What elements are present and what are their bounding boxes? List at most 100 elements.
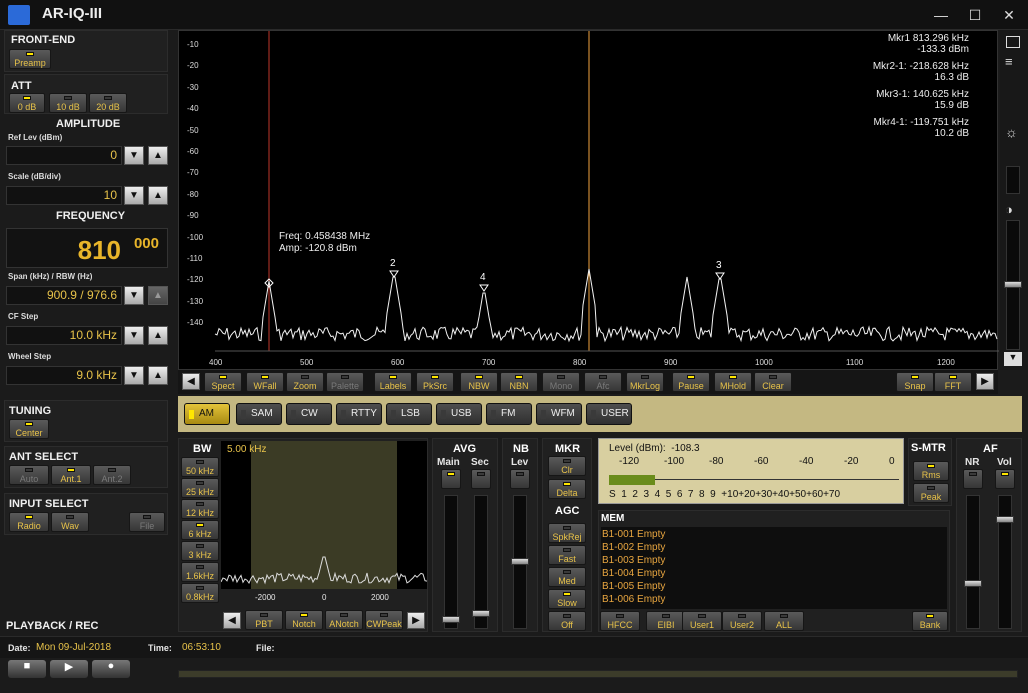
bw-notch-button[interactable]: Notch [285,610,323,630]
mem-user2-button[interactable]: User2 [722,611,762,631]
toolbar-zoom-button[interactable]: Zoom [286,372,324,392]
contrast-slider[interactable] [1004,220,1022,350]
mode-fm-button[interactable]: FM [486,403,532,425]
bw-button[interactable]: 3 kHz [181,541,219,561]
bw-right-arrow-icon[interactable]: ▶ [407,612,425,629]
agc-med-button[interactable]: Med [548,567,586,587]
scroll-down-arrow-icon[interactable]: ▼ [1004,352,1022,366]
window-icon[interactable] [1006,36,1020,48]
menu-icon[interactable]: ≡ [1005,54,1013,69]
bw-button[interactable]: 6 kHz [181,520,219,540]
mem-hfcc-button[interactable]: HFCC [600,611,640,631]
agc-slow-button[interactable]: Slow [548,589,586,609]
toolbar-wfall-button[interactable]: WFall [246,372,284,392]
bw-anotch-button[interactable]: ANotch [325,610,363,630]
af-nr-knob[interactable] [964,580,982,587]
center-button[interactable]: Center [9,419,49,439]
att-10db-button[interactable]: 10 dB [49,93,87,113]
mem-eibi-button[interactable]: EIBI [646,611,686,631]
contrast-knob[interactable] [1004,281,1022,288]
toolbar-palette-button[interactable]: Palette [326,372,364,392]
mode-sam-button[interactable]: SAM [236,403,282,425]
mem-list-item[interactable]: B1-001 Empty [602,529,665,540]
mem-list-item[interactable]: B1-002 Empty [602,542,665,553]
frequency-display[interactable]: 810 000 [6,228,168,268]
af-nr-slider[interactable] [964,495,982,629]
toolbar-clear-button[interactable]: Clear [754,372,792,392]
mode-am-button[interactable]: AM [184,403,230,425]
smtr-rms-button[interactable]: Rms [913,461,949,481]
af-nr-button[interactable] [963,469,983,489]
mem-list-item[interactable]: B1-006 Empty [602,594,665,605]
mode-user-button[interactable]: USER [586,403,632,425]
avg-sec-knob[interactable] [472,610,490,617]
bw-left-arrow-icon[interactable]: ◀ [223,612,241,629]
scale-up-arrow-icon[interactable]: ▲ [148,186,168,205]
input-radio-button[interactable]: Radio [9,512,49,532]
cf-step-down-arrow-icon[interactable]: ▼ [124,326,144,345]
wheel-step-field[interactable]: 9.0 kHz [6,366,122,385]
mkr-clr-button[interactable]: Clr [548,456,586,476]
stop-button[interactable]: ■ [8,660,46,678]
agc-spkrej-button[interactable]: SpkRej [548,523,586,543]
mem-list-item[interactable]: B1-004 Empty [602,568,665,579]
ant-auto-button[interactable]: Auto [9,465,49,485]
span-up-arrow-icon[interactable]: ▲ [148,286,168,305]
af-vol-knob[interactable] [996,516,1014,523]
avg-sec-button[interactable] [471,469,491,489]
span-down-arrow-icon[interactable]: ▼ [124,286,144,305]
toolbar-right-arrow-icon[interactable]: ▶ [976,373,994,390]
toolbar-mkrlog-button[interactable]: MkrLog [626,372,664,392]
smtr-peak-button[interactable]: Peak [913,483,949,503]
avg-main-slider[interactable] [442,495,460,629]
ref-level-down-arrow-icon[interactable]: ▼ [124,146,144,165]
minimize-button[interactable]: — [926,6,956,24]
bw-button[interactable]: 25 kHz [181,478,219,498]
record-button[interactable]: ● [92,660,130,678]
bw-button[interactable]: 50 kHz [181,457,219,477]
toolbar-mono-button[interactable]: Mono [542,372,580,392]
toolbar-pause-button[interactable]: Pause [672,372,710,392]
input-file-button[interactable]: File [129,512,165,532]
scale-down-arrow-icon[interactable]: ▼ [124,186,144,205]
toolbar-left-arrow-icon[interactable]: ◀ [182,373,200,390]
wheel-step-up-arrow-icon[interactable]: ▲ [148,366,168,385]
att-20db-button[interactable]: 20 dB [89,93,127,113]
scale-field[interactable]: 10 [6,186,122,205]
mkr-delta-button[interactable]: Delta [548,479,586,499]
bw-button[interactable]: 1.6kHz [181,562,219,582]
mem-list-item[interactable]: B1-003 Empty [602,555,665,566]
wheel-step-down-arrow-icon[interactable]: ▼ [124,366,144,385]
bw-pbt-button[interactable]: PBT [245,610,283,630]
play-button[interactable]: ▶ [50,660,88,678]
ref-level-field[interactable]: 0 [6,146,122,165]
bw-cwpeak-button[interactable]: CWPeak [365,610,403,630]
cf-step-field[interactable]: 10.0 kHz [6,326,122,345]
avg-main-button[interactable] [441,469,461,489]
mem-list-item[interactable]: B1-005 Empty [602,581,665,592]
toolbar-snap-button[interactable]: Snap [896,372,934,392]
toolbar-afc-button[interactable]: Afc [584,372,622,392]
brightness-icon[interactable]: ☼ [1005,124,1018,140]
toolbar-nbw-button[interactable]: NBW [460,372,498,392]
agc-fast-button[interactable]: Fast [548,545,586,565]
avg-sec-slider[interactable] [472,495,490,629]
toolbar-labels-button[interactable]: Labels [374,372,412,392]
contrast-icon[interactable]: ◑ [1005,202,1013,217]
toolbar-pksrc-button[interactable]: PkSrc [416,372,454,392]
maximize-button[interactable]: ☐ [960,6,990,24]
mode-cw-button[interactable]: CW [286,403,332,425]
preamp-button[interactable]: Preamp [9,49,51,69]
toolbar-fft-button[interactable]: FFT [934,372,972,392]
af-vol-button[interactable] [995,469,1015,489]
spectrum-display[interactable]: 2 4 3 Freq: 0.458438 MHz Amp: -120.8 dBm… [178,30,999,370]
nb-level-slider[interactable] [511,495,529,629]
mode-usb-button[interactable]: USB [436,403,482,425]
brightness-slider[interactable] [1006,166,1020,194]
ref-level-up-arrow-icon[interactable]: ▲ [148,146,168,165]
mem-bank-button[interactable]: Bank [912,611,948,631]
agc-off-button[interactable]: Off [548,611,586,631]
mode-lsb-button[interactable]: LSB [386,403,432,425]
nb-level-knob[interactable] [511,558,529,565]
mem-user1-button[interactable]: User1 [682,611,722,631]
